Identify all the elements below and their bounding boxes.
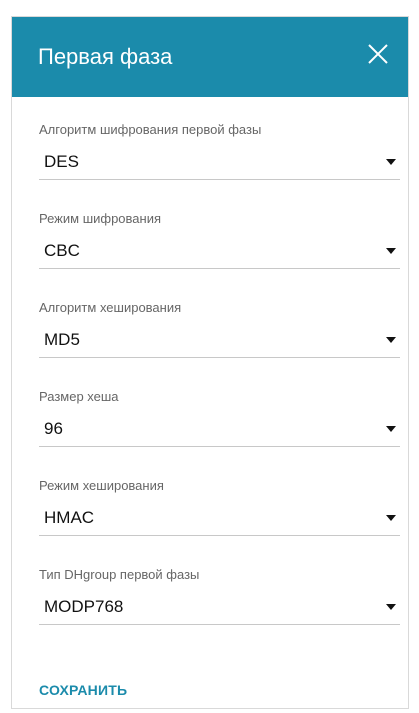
first-phase-dialog: Первая фаза Алгоритм шифрования первой ф… <box>11 16 409 709</box>
chevron-down-icon <box>386 159 396 165</box>
select-value: MODP768 <box>44 597 124 616</box>
select-value: 96 <box>44 419 63 438</box>
hash-mode-field: Режим хеширования HMAC <box>39 478 400 538</box>
dh-group-field: Тип DHgroup первой фазы MODP768 <box>39 567 400 627</box>
dialog-title: Первая фаза <box>38 44 173 69</box>
encryption-algorithm-select[interactable]: DES <box>39 142 400 180</box>
encryption-mode-select[interactable]: CBC <box>39 231 400 269</box>
hash-size-field: Размер хеша 96 <box>39 389 400 449</box>
save-button[interactable]: СОХРАНИТЬ <box>39 681 127 699</box>
select-value: CBC <box>44 241 80 260</box>
hash-algorithm-select[interactable]: MD5 <box>39 320 400 358</box>
select-value: MD5 <box>44 330 80 349</box>
hash-size-select[interactable]: 96 <box>39 409 400 447</box>
field-label: Размер хеша <box>39 389 119 404</box>
dh-group-select[interactable]: MODP768 <box>39 587 400 625</box>
field-label: Алгоритм шифрования первой фазы <box>39 122 262 137</box>
field-label: Режим хеширования <box>39 478 164 493</box>
chevron-down-icon <box>386 604 396 610</box>
field-label: Режим шифрования <box>39 211 162 226</box>
field-label: Алгоритм хеширования <box>39 300 182 315</box>
select-value: HMAC <box>44 508 95 527</box>
close-icon[interactable] <box>366 42 390 66</box>
chevron-down-icon <box>386 337 396 343</box>
hash-algorithm-field: Алгоритм хеширования MD5 <box>39 300 400 360</box>
encryption-algorithm-field: Алгоритм шифрования первой фазы DES <box>39 122 400 182</box>
encryption-mode-field: Режим шифрования CBC <box>39 211 400 271</box>
hash-mode-select[interactable]: HMAC <box>39 498 400 536</box>
select-value: DES <box>44 152 79 171</box>
chevron-down-icon <box>386 515 396 521</box>
chevron-down-icon <box>386 248 396 254</box>
dialog-header: Первая фаза <box>12 17 408 97</box>
field-label: Тип DHgroup первой фазы <box>39 567 200 582</box>
chevron-down-icon <box>386 426 396 432</box>
